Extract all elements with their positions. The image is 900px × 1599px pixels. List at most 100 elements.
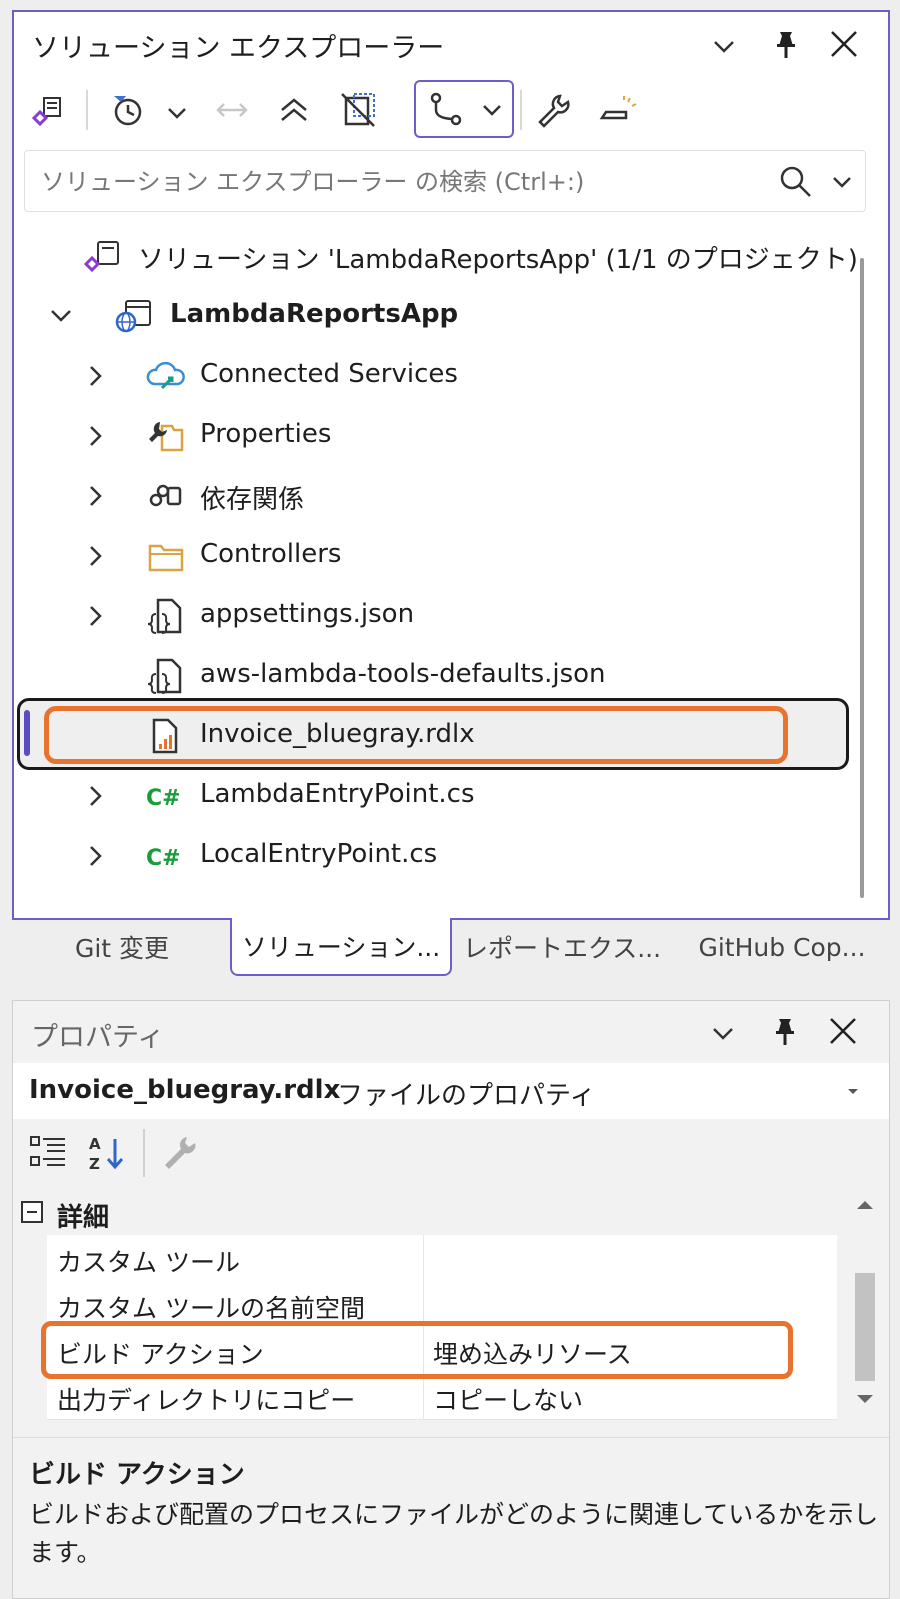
tree-item-connected-services[interactable]: Connected Services <box>14 346 854 406</box>
json-file-icon <box>146 658 186 694</box>
tree-item-appsettings[interactable]: appsettings.json <box>14 586 854 646</box>
chevron-down-icon[interactable] <box>704 26 744 66</box>
git-branch-icon <box>424 88 468 132</box>
property-row[interactable]: カスタム ツール <box>47 1235 837 1282</box>
show-all-files-icon[interactable] <box>336 88 380 132</box>
property-name: カスタム ツールの名前空間 <box>57 1294 365 1323</box>
tree-item-label: LambdaReportsApp <box>170 299 459 329</box>
chevron-down-icon <box>478 96 506 124</box>
tree-item-label: aws-lambda-tools-defaults.json <box>200 659 606 689</box>
property-name: カスタム ツール <box>57 1248 240 1277</box>
tree-solution-node[interactable]: ソリューション 'LambdaReportsApp' (1/1 のプロジェクト) <box>14 226 858 286</box>
search-box <box>24 150 866 212</box>
property-pages-wrench-icon <box>157 1131 201 1175</box>
csharp-file-icon: C# <box>146 838 186 874</box>
tree-item-label: Properties <box>200 419 332 449</box>
connected-services-icon <box>146 358 186 394</box>
tree-item-dependencies[interactable]: 依存関係 <box>14 466 854 526</box>
chevron-right-icon[interactable] <box>80 841 110 871</box>
chevron-right-icon[interactable] <box>80 481 110 511</box>
web-project-icon <box>114 298 154 334</box>
tree-scrollbar[interactable] <box>860 258 864 898</box>
chevron-right-icon[interactable] <box>80 781 110 811</box>
chevron-right-icon[interactable] <box>80 601 110 631</box>
chevron-right-icon[interactable] <box>80 541 110 571</box>
view-branches-button[interactable] <box>414 80 514 138</box>
chevron-right-icon[interactable] <box>80 421 110 451</box>
svg-text:Z: Z <box>89 1155 100 1173</box>
tab-github-copilot[interactable]: GitHub Cop... <box>676 918 888 976</box>
properties-title: プロパティ <box>31 1022 165 1053</box>
tab-git-changes[interactable]: Git 変更 <box>22 918 222 976</box>
tree-item-label: appsettings.json <box>200 599 415 629</box>
properties-wrench-icon[interactable] <box>530 88 574 132</box>
tree-item-label: Connected Services <box>200 359 458 389</box>
pin-icon[interactable] <box>765 1011 805 1051</box>
collapse-category-icon[interactable] <box>21 1201 43 1223</box>
alphabetical-sort-icon[interactable]: AZ <box>87 1131 131 1175</box>
solution-explorer-title: ソリューション エクスプローラー <box>32 33 445 64</box>
tree-item-local-entry-point[interactable]: C# LocalEntryPoint.cs <box>14 826 854 886</box>
highlight-annotation <box>44 706 788 764</box>
chevron-down-icon[interactable] <box>703 1013 743 1053</box>
search-input[interactable] <box>39 163 773 201</box>
description-pane: ビルド アクション ビルドおよび配置のプロセスにファイルがどのように関連している… <box>13 1437 889 1598</box>
sync-with-active-document-icon <box>210 88 254 132</box>
json-file-icon <box>146 598 186 634</box>
property-name: 出力ディレクトリにコピー <box>57 1386 356 1415</box>
tab-solution-explorer[interactable]: ソリューション... <box>230 918 452 976</box>
pin-icon[interactable] <box>766 24 806 64</box>
collapse-all-icon[interactable] <box>272 88 316 132</box>
tree-item-properties[interactable]: Properties <box>14 406 854 466</box>
property-value[interactable]: コピーしない <box>433 1381 583 1417</box>
close-icon[interactable] <box>824 24 864 64</box>
solution-explorer-panel: ソリューション エクスプローラー ソリューション エクスプローラー の検索 (C… <box>12 10 890 920</box>
tree-item-label: Controllers <box>200 539 342 569</box>
description-text: ビルドおよび配置のプロセスにファイルがどのように関連しているかを示します。 <box>29 1500 879 1567</box>
property-grid: 詳細 カスタム ツール カスタム ツールの名前空間 ビルド アクション 埋め込み… <box>13 1187 889 1437</box>
column-divider <box>423 1373 424 1419</box>
svg-text:C#: C# <box>146 786 181 811</box>
properties-header: プロパティ <box>13 1001 889 1063</box>
preview-selected-items-icon[interactable] <box>596 88 640 132</box>
solution-icon <box>84 238 124 274</box>
search-icon[interactable] <box>777 163 815 201</box>
categorized-icon[interactable] <box>27 1131 71 1175</box>
tree-item-aws-lambda-tools-defaults[interactable]: aws-lambda-tools-defaults.json <box>14 646 854 706</box>
object-name: Invoice_bluegray.rdlx <box>29 1075 341 1105</box>
chevron-right-icon[interactable] <box>80 361 110 391</box>
properties-toolbar: AZ <box>13 1119 889 1187</box>
column-divider <box>423 1235 424 1281</box>
tree-project-node[interactable]: LambdaReportsApp <box>14 286 854 346</box>
chevron-down-icon[interactable] <box>46 301 76 331</box>
tree-item-lambda-entry-point[interactable]: C# LambdaEntryPoint.cs <box>14 766 854 826</box>
dropdown-arrow-icon[interactable] <box>841 1079 865 1103</box>
toolbar-separator <box>143 1129 145 1177</box>
tree-item-label: 依存関係 <box>200 485 305 515</box>
description-title: ビルド アクション <box>29 1460 245 1490</box>
pending-changes-filter-icon[interactable] <box>106 88 150 132</box>
properties-panel: プロパティ Invoice_bluegray.rdlx ファイルのプロパティ A… <box>12 1000 890 1599</box>
svg-text:A: A <box>89 1135 101 1153</box>
toolbar-separator <box>520 90 522 130</box>
svg-text:C#: C# <box>146 846 181 871</box>
object-type: ファイルのプロパティ <box>337 1081 596 1111</box>
tree-item-label: ソリューション 'LambdaReportsApp' (1/1 のプロジェクト) <box>138 245 858 275</box>
property-row[interactable]: 出力ディレクトリにコピー コピーしない <box>47 1373 837 1420</box>
highlight-annotation <box>41 1321 793 1379</box>
tree-item-controllers[interactable]: Controllers <box>14 526 854 586</box>
search-options-chevron-icon[interactable] <box>827 167 857 197</box>
tree-item-label: LocalEntryPoint.cs <box>200 839 438 869</box>
scroll-thumb[interactable] <box>855 1273 875 1381</box>
scroll-down-arrow-icon[interactable] <box>853 1387 877 1411</box>
object-selector[interactable]: Invoice_bluegray.rdlx ファイルのプロパティ <box>13 1063 889 1119</box>
tab-report-explorer[interactable]: レポートエクス... <box>456 918 668 976</box>
switch-views-icon[interactable] <box>28 88 72 132</box>
toolbar-separator <box>86 90 88 130</box>
scroll-up-arrow-icon[interactable] <box>853 1193 877 1217</box>
grid-scrollbar[interactable] <box>839 1187 889 1427</box>
chevron-down-icon[interactable] <box>162 98 192 128</box>
properties-icon <box>146 418 186 454</box>
close-icon[interactable] <box>823 1011 863 1051</box>
csharp-file-icon: C# <box>146 778 186 814</box>
